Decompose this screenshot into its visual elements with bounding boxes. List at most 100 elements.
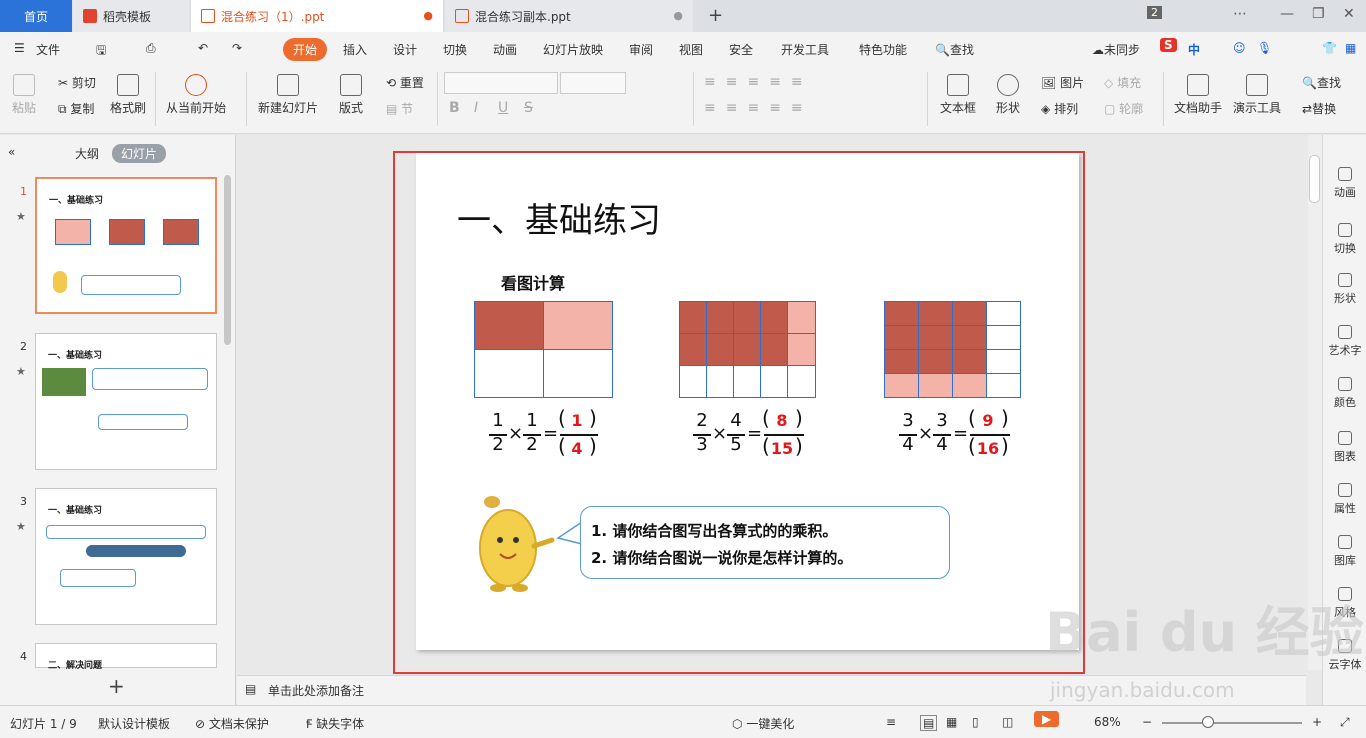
menu-design[interactable]: 设计	[393, 41, 417, 58]
rail-wordart[interactable]: 艺术字	[1323, 325, 1366, 358]
menu-devtools[interactable]: 开发工具	[781, 41, 829, 58]
list-icons[interactable]: ≡≡≡≡≡	[704, 74, 813, 90]
protect-status[interactable]: ⊘ 文档未保护	[195, 715, 269, 732]
bold-icon[interactable]: B	[449, 100, 460, 116]
tab-doc2[interactable]: 混合练习副本.ppt ●	[445, 0, 693, 32]
mic-icon[interactable]: 🎙	[1257, 41, 1272, 55]
zoom-level[interactable]: 68%	[1094, 715, 1121, 729]
panel-scrollbar[interactable]	[224, 175, 231, 345]
replace-button[interactable]: ⇄替换	[1302, 100, 1336, 117]
present-tools-button[interactable]: 演示工具	[1233, 74, 1281, 116]
grid-icon[interactable]: ▦	[1345, 41, 1356, 55]
zoom-in-icon[interactable]: +	[1312, 715, 1322, 729]
menu-insert[interactable]: 插入	[343, 41, 367, 58]
reset-button[interactable]: ⟲ 重置	[386, 74, 424, 91]
slide-thumb-1[interactable]: 一、基础练习	[35, 177, 217, 314]
picture-button[interactable]: 🖼 图片	[1041, 74, 1084, 91]
new-tab-icon[interactable]: +	[708, 5, 723, 26]
close-icon[interactable]: ✕	[1343, 6, 1355, 22]
zoom-slider-thumb[interactable]	[1202, 716, 1214, 728]
notes-view-icon[interactable]: ◫	[1002, 715, 1013, 729]
underline-icon[interactable]: U	[498, 100, 508, 116]
find-button[interactable]: 🔍查找	[1302, 74, 1341, 91]
zoom-slider-track[interactable]	[1162, 722, 1302, 724]
rail-property[interactable]: 属性	[1323, 483, 1366, 516]
more-icon[interactable]: ⋯	[1233, 6, 1247, 22]
save-icon[interactable]: 🖫	[96, 41, 106, 62]
cut-button[interactable]: ✂ 剪切	[58, 74, 96, 91]
section-button[interactable]: ▤ 节	[386, 100, 413, 117]
sync-status[interactable]: ☁未同步	[1092, 41, 1140, 58]
undo-icon[interactable]: ↶	[198, 41, 208, 55]
font-family-select[interactable]	[444, 72, 558, 94]
menu-review[interactable]: 审阅	[629, 41, 653, 58]
slide-thumb-4[interactable]: 二、解决问题	[35, 643, 217, 671]
minimize-icon[interactable]: —	[1280, 6, 1294, 22]
add-slide-icon[interactable]: +	[108, 674, 125, 698]
reading-view-icon[interactable]: ▯	[972, 715, 979, 729]
sogou-icon[interactable]: S	[1160, 38, 1177, 52]
tab-template[interactable]: 稻壳模板	[73, 0, 189, 32]
normal-view-icon[interactable]: ▤	[920, 715, 938, 731]
close-dot-icon[interactable]: ●	[673, 9, 683, 22]
rail-gallery[interactable]: 图库	[1323, 535, 1366, 568]
menu-features[interactable]: 特色功能	[859, 41, 907, 58]
from-current-button[interactable]: 从当前开始	[166, 74, 226, 116]
missing-font[interactable]: Ꞙ 缺失字体	[306, 715, 364, 732]
speech-bubble[interactable]: 1. 请你结合图写出各算式的的乘积。 2. 请你结合图说一说你是怎样计算的。	[580, 506, 950, 579]
view-toggle-icon[interactable]: ≡	[886, 715, 896, 729]
rail-chart[interactable]: 图表	[1323, 431, 1366, 464]
menu-slideshow[interactable]: 幻灯片放映	[543, 41, 603, 58]
menu-transition[interactable]: 切换	[443, 41, 467, 58]
italic-icon[interactable]: I	[474, 100, 478, 116]
emoji-icon[interactable]: ☺	[1233, 41, 1246, 55]
menu-start[interactable]: 开始	[283, 38, 328, 61]
new-slide-button[interactable]: 新建幻灯片	[258, 74, 318, 116]
paste-button[interactable]: 粘贴	[12, 74, 36, 116]
tab-home[interactable]: 首页	[0, 0, 72, 32]
menu-search[interactable]: 🔍查找	[935, 41, 974, 58]
menu-view[interactable]: 视图	[679, 41, 703, 58]
slide-thumb-2[interactable]: 一、基础练习	[35, 333, 217, 470]
shirt-icon[interactable]: 👕	[1322, 41, 1337, 55]
strike-icon[interactable]: S	[524, 100, 533, 116]
window-count-badge[interactable]: 2	[1147, 6, 1162, 19]
slide-subtitle[interactable]: 看图计算	[501, 270, 565, 294]
zoom-out-icon[interactable]: −	[1142, 715, 1152, 729]
shape-button[interactable]: 形状	[996, 74, 1020, 116]
tab-doc1[interactable]: 混合练习（1）.ppt ●	[191, 0, 443, 32]
format-painter-button[interactable]: 格式刷	[110, 74, 146, 116]
slide-thumb-3[interactable]: 一、基础练习	[35, 488, 217, 625]
restore-icon[interactable]: ❐	[1312, 6, 1325, 22]
fill-button[interactable]: ◇ 填充	[1104, 74, 1141, 91]
tab-slides[interactable]: 幻灯片	[112, 144, 167, 163]
align-icons[interactable]: ≡≡≡≡≡	[704, 100, 813, 116]
mascot-image[interactable]	[468, 492, 558, 594]
menu-animation[interactable]: 动画	[493, 41, 517, 58]
rail-color[interactable]: 颜色	[1323, 377, 1366, 410]
menu-file[interactable]: 文件	[36, 41, 60, 58]
outline-button[interactable]: ▢ 轮廓	[1104, 100, 1143, 117]
copy-button[interactable]: ⧉ 复制	[58, 100, 94, 117]
rail-transition[interactable]: 切换	[1323, 223, 1366, 256]
play-slideshow-button[interactable]: ▶	[1034, 711, 1060, 727]
arrange-button[interactable]: ◈ 排列	[1041, 100, 1078, 117]
menu-security[interactable]: 安全	[729, 41, 753, 58]
font-size-select[interactable]	[560, 72, 626, 94]
textbox-button[interactable]: 文本框	[940, 74, 976, 116]
sorter-view-icon[interactable]: ▦	[946, 715, 957, 729]
beautify-button[interactable]: ⬡ 一键美化	[732, 715, 794, 732]
collapse-panel-icon[interactable]: «	[8, 145, 15, 159]
slide-title[interactable]: 一、基础练习	[457, 193, 661, 242]
rail-shape[interactable]: 形状	[1323, 273, 1366, 306]
rail-animation[interactable]: 动画	[1323, 167, 1366, 200]
redo-icon[interactable]: ↷	[232, 41, 242, 55]
tab-outline[interactable]: 大纲	[75, 145, 99, 162]
print-icon[interactable]: ⎙	[146, 41, 156, 56]
design-template[interactable]: 默认设计模板	[98, 715, 170, 732]
ime-chinese-icon[interactable]: 中	[1188, 41, 1200, 58]
editor-scrollbar-thumb[interactable]	[1309, 155, 1320, 203]
layout-button[interactable]: 版式	[339, 74, 363, 116]
doc-helper-button[interactable]: 文档助手	[1174, 74, 1222, 116]
fit-window-icon[interactable]: ⤢	[1340, 715, 1350, 730]
